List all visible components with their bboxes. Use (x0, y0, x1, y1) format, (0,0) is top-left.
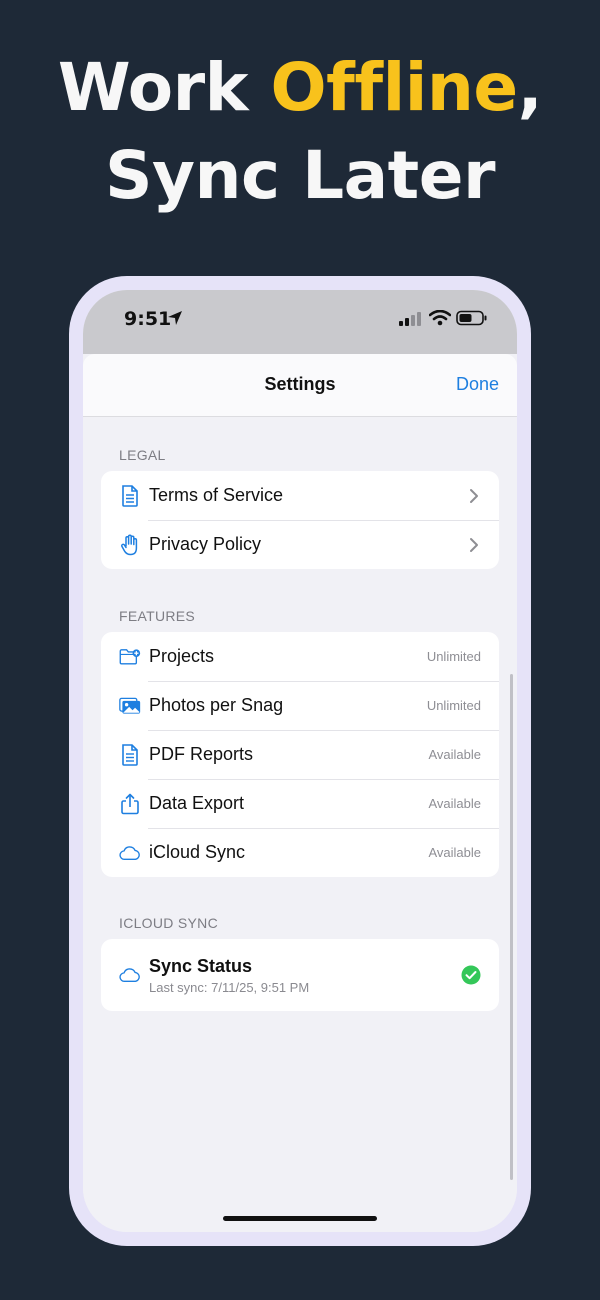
status-bar: 9:51 (83, 290, 517, 354)
row-value: Unlimited (426, 649, 481, 664)
feature-row-pdf-reports: PDF Reports Available (101, 730, 499, 779)
folder-plus-icon (119, 646, 141, 668)
section-header-icloud-sync: ICLOUD SYNC (119, 915, 218, 931)
chevron-right-icon (470, 537, 478, 552)
headline-suffix: , (517, 49, 543, 126)
cloud-icon (119, 842, 141, 864)
photos-icon (119, 695, 141, 717)
page-title: Settings (264, 374, 336, 394)
sync-status-row[interactable]: Sync Status Last sync: 7/11/25, 9:51 PM (101, 939, 499, 1011)
row-value: Available (428, 747, 481, 762)
row-label: Privacy Policy (149, 534, 262, 554)
row-label: Photos per Snag (149, 695, 284, 715)
row-label: Data Export (149, 793, 245, 813)
share-icon (119, 793, 141, 815)
feature-row-data-export: Data Export Available (101, 779, 499, 828)
document-icon (119, 484, 141, 507)
feature-row-icloud-sync: iCloud Sync Available (101, 828, 499, 877)
headline-prefix: Work (57, 49, 271, 126)
row-label: Terms of Service (149, 485, 284, 505)
row-label: iCloud Sync (149, 842, 246, 862)
features-group: Projects Unlimited Photos per Snag Unlim… (101, 632, 499, 877)
chevron-right-icon (470, 488, 478, 503)
sync-status-text: Sync Status Last sync: 7/11/25, 9:51 PM (149, 956, 461, 995)
settings-sheet: Settings Done LEGAL Terms of Service Pri… (83, 354, 517, 1232)
headline-accent-word: Offline (270, 49, 519, 126)
sync-status-title: Sync Status (149, 955, 253, 976)
feature-row-photos-per-snag: Photos per Snag Unlimited (101, 681, 499, 730)
location-arrow-icon (168, 311, 182, 325)
cellular-signal-icon (399, 312, 421, 326)
battery-icon (456, 310, 487, 326)
navigation-bar: Settings Done (83, 354, 517, 417)
scroll-indicator[interactable] (510, 674, 513, 1180)
icloud-sync-group: Sync Status Last sync: 7/11/25, 9:51 PM (101, 939, 499, 1011)
row-label: PDF Reports (149, 744, 254, 764)
privacy-policy-row[interactable]: Privacy Policy (101, 520, 499, 569)
status-time: 9:51 (124, 308, 172, 330)
legal-group: Terms of Service Privacy Policy (101, 471, 499, 569)
wifi-icon (429, 310, 451, 326)
phone-screen: 9:51 Settings Done LEGAL Terms of Servic… (83, 290, 517, 1232)
document-icon (119, 743, 141, 766)
section-header-features: FEATURES (119, 608, 196, 624)
cloud-icon (119, 964, 141, 986)
last-sync-timestamp: Last sync: 7/11/25, 9:51 PM (149, 979, 310, 995)
section-header-legal: LEGAL (119, 447, 166, 463)
promo-headline: Work Offline, Sync Later (0, 44, 600, 220)
row-value: Available (428, 796, 481, 811)
row-value: Unlimited (426, 698, 481, 713)
checkmark-circle-icon (461, 965, 481, 985)
row-label: Projects (149, 646, 215, 666)
hand-icon (119, 534, 141, 556)
headline-line-2: Sync Later (104, 137, 496, 214)
done-button[interactable]: Done (456, 374, 499, 395)
headline-line-1: Work Offline, (0, 44, 600, 132)
home-indicator[interactable] (223, 1216, 377, 1221)
feature-row-projects: Projects Unlimited (101, 632, 499, 681)
row-value: Available (428, 845, 481, 860)
terms-of-service-row[interactable]: Terms of Service (101, 471, 499, 520)
